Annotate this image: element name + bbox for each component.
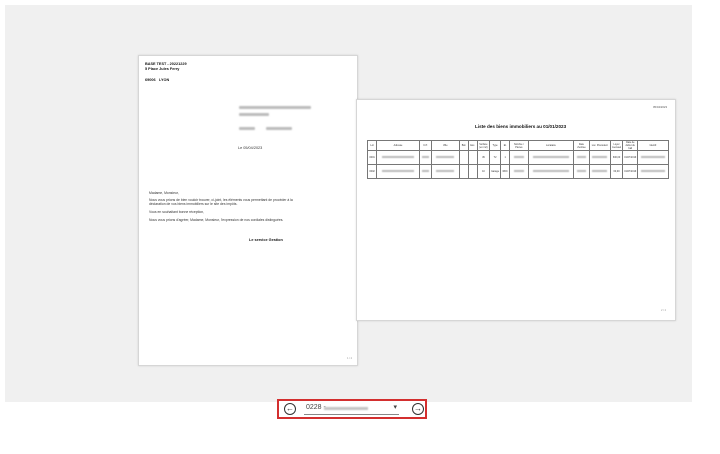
- col-header: Date de début du bail: [622, 140, 639, 151]
- circle-arrow-right-icon: →: [414, 404, 422, 413]
- cell-empty: [458, 150, 469, 165]
- table-row: 0002 10 Garage RDC 60,00 01/07/2019: [366, 164, 669, 179]
- col-header: Et.: [500, 140, 511, 151]
- company-name: BASE TEST - 20221229: [145, 62, 187, 66]
- document-navigator: ← 0228 - ▾ →: [277, 399, 427, 419]
- cell-address-redacted: [376, 164, 420, 179]
- letter-date: Le 05/04/2023: [238, 146, 263, 150]
- col-header: Adresse: [376, 140, 420, 151]
- cell-rent: 60,00: [609, 164, 624, 179]
- paragraph-2: Vous en souhaitant bonne réception,: [149, 210, 205, 214]
- cell-floor: 1: [500, 150, 511, 165]
- company-postcode: 69006: [145, 78, 156, 82]
- cell-identifier-redacted: [637, 164, 669, 179]
- col-header: Lot: [366, 140, 378, 151]
- recipient-city-redacted: [266, 127, 292, 130]
- cell-rent: 600,00: [609, 150, 624, 165]
- cell-empty: [467, 150, 478, 165]
- cell-entry-date-redacted: [573, 164, 590, 179]
- recipient-postcode-redacted: [239, 127, 255, 130]
- list-page-number: 2 / 2: [661, 309, 667, 312]
- recipient-name-redacted: [239, 106, 311, 109]
- properties-list-page: 05/04/2023 Liste des biens immobiliers a…: [356, 99, 676, 321]
- cell-rooms-redacted: [509, 164, 529, 179]
- cell-city-redacted: [431, 164, 460, 179]
- document-selector-value-redacted: [324, 407, 368, 410]
- next-document-button[interactable]: →: [412, 403, 424, 415]
- col-header: Bât: [458, 140, 469, 151]
- cell-empty: [458, 164, 469, 179]
- previous-document-button[interactable]: ←: [284, 403, 296, 415]
- recipient-address-redacted: [239, 113, 269, 116]
- col-header: Ville: [431, 140, 460, 151]
- cell-entry-date-redacted: [573, 150, 590, 165]
- paragraph-1-line-2: déclaration de vos biens immobiliers sur…: [149, 202, 238, 206]
- cell-identifier-redacted: [637, 150, 669, 165]
- list-date: 05/04/2023: [653, 105, 667, 109]
- paragraph-3: Nous vous prions d'agréer, Madame, Monsi…: [149, 218, 284, 222]
- salutation: Madame, Monsieur,: [149, 191, 179, 195]
- col-header: Nombre / Pièces: [509, 140, 529, 151]
- properties-table: Lot Adresse C.P. Ville Bât Esc. Surface …: [366, 140, 669, 179]
- cell-floor: RDC: [500, 164, 511, 179]
- cell-previous-tenant-redacted: [588, 164, 611, 179]
- cell-surface: 10: [476, 164, 491, 179]
- col-header: Identif.: [637, 140, 669, 151]
- cell-tenant-redacted: [527, 150, 575, 165]
- circle-arrow-left-icon: ←: [286, 404, 294, 413]
- document-viewer[interactable]: BASE TEST - 20221229 5 Place Jules Ferry…: [5, 5, 692, 402]
- page-number: 1 / 2: [347, 357, 353, 360]
- company-city: LYON: [159, 78, 170, 82]
- col-header: C.P.: [418, 140, 433, 151]
- document-selector[interactable]: 0228 - ▾: [304, 403, 399, 415]
- cell-postcode-redacted: [418, 164, 433, 179]
- cell-address-redacted: [376, 150, 420, 165]
- cell-tenant-redacted: [527, 164, 575, 179]
- cell-city-redacted: [431, 150, 460, 165]
- cell-rooms-redacted: [509, 150, 529, 165]
- col-header: Esc.: [467, 140, 478, 151]
- chevron-down-icon: ▾: [393, 404, 397, 411]
- col-header: Date d'entrée: [573, 140, 590, 151]
- cell-lot: 0002: [366, 164, 378, 179]
- cell-lot: 0001: [366, 150, 378, 165]
- cell-lease-date: 01/07/2019: [622, 164, 639, 179]
- cell-type: T2: [488, 150, 502, 165]
- cell-empty: [467, 164, 478, 179]
- col-header: Locataire: [527, 140, 575, 151]
- col-header: Type: [488, 140, 502, 151]
- list-title: Liste des biens immobiliers au 01/01/202…: [475, 124, 567, 129]
- cell-lease-date: 01/07/2019: [622, 150, 639, 165]
- signature: Le service Gestion: [249, 238, 283, 242]
- col-header: Loyer mensuel: [609, 140, 624, 151]
- cell-surface: 45: [476, 150, 491, 165]
- col-header: Surface (en m2): [476, 140, 491, 151]
- cell-type: Garage: [488, 164, 502, 179]
- cell-previous-tenant-redacted: [588, 150, 611, 165]
- document-selector-value: 0228 -: [306, 404, 326, 411]
- table-header-row: Lot Adresse C.P. Ville Bât Esc. Surface …: [366, 140, 669, 151]
- letter-page: BASE TEST - 20221229 5 Place Jules Ferry…: [138, 55, 358, 366]
- cell-postcode-redacted: [418, 150, 433, 165]
- col-header: Loc. Précédent: [588, 140, 611, 151]
- table-row: 0001 45 T2 1 600,00 01/07/2019: [366, 150, 669, 165]
- company-address: 5 Place Jules Ferry: [145, 67, 180, 71]
